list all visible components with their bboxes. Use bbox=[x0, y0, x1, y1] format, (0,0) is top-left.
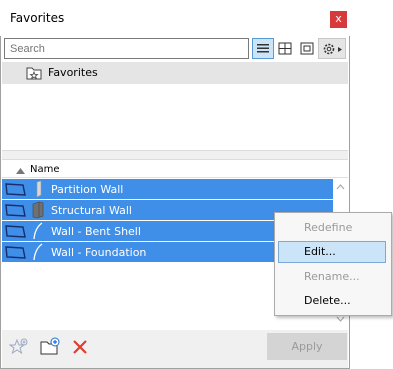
row-label: Partition Wall bbox=[51, 183, 124, 196]
folder-label: Favorites bbox=[48, 66, 98, 79]
preview-view-button[interactable] bbox=[296, 38, 318, 59]
add-favorite-star-icon[interactable] bbox=[9, 337, 31, 357]
new-folder-icon[interactable] bbox=[40, 336, 62, 356]
scroll-up-icon[interactable] bbox=[336, 184, 345, 190]
search-input[interactable] bbox=[4, 38, 249, 59]
menu-item-redefine[interactable]: Redefine bbox=[278, 217, 386, 239]
settings-button[interactable] bbox=[318, 38, 346, 59]
column-name-header[interactable]: Name bbox=[30, 164, 60, 175]
row-label: Wall - Foundation bbox=[51, 246, 147, 259]
close-button[interactable]: x bbox=[330, 11, 347, 28]
wall-tool-icon bbox=[5, 204, 26, 217]
menu-item-rename[interactable]: Rename... bbox=[278, 266, 386, 288]
apply-button[interactable]: Apply bbox=[267, 333, 347, 360]
row-label: Structural Wall bbox=[51, 204, 132, 217]
preview-view-icon bbox=[300, 42, 314, 55]
gear-icon bbox=[323, 43, 342, 55]
wall-tool-icon bbox=[5, 246, 26, 259]
bent-shell-preview-icon bbox=[33, 222, 43, 240]
window-title: Favorites bbox=[10, 11, 65, 25]
sort-ascending-icon[interactable] bbox=[16, 168, 25, 174]
menu-item-edit[interactable]: Edit... bbox=[278, 241, 386, 263]
scroll-down-icon[interactable] bbox=[336, 316, 345, 322]
grid-view-button[interactable] bbox=[274, 38, 296, 59]
partition-wall-preview-icon bbox=[36, 180, 42, 198]
row-label: Wall - Bent Shell bbox=[51, 225, 141, 238]
grid-view-icon bbox=[278, 42, 292, 55]
delete-icon[interactable] bbox=[72, 339, 88, 355]
splitter[interactable] bbox=[2, 150, 348, 160]
list-view-button[interactable] bbox=[252, 38, 274, 59]
list-view-icon bbox=[257, 44, 269, 53]
favorites-folder-icon bbox=[26, 67, 42, 80]
wall-tool-icon bbox=[5, 183, 26, 196]
wall-tool-icon bbox=[5, 225, 26, 238]
menu-item-delete[interactable]: Delete... bbox=[278, 290, 386, 312]
foundation-preview-icon bbox=[33, 243, 43, 261]
structural-wall-preview-icon bbox=[32, 201, 44, 219]
